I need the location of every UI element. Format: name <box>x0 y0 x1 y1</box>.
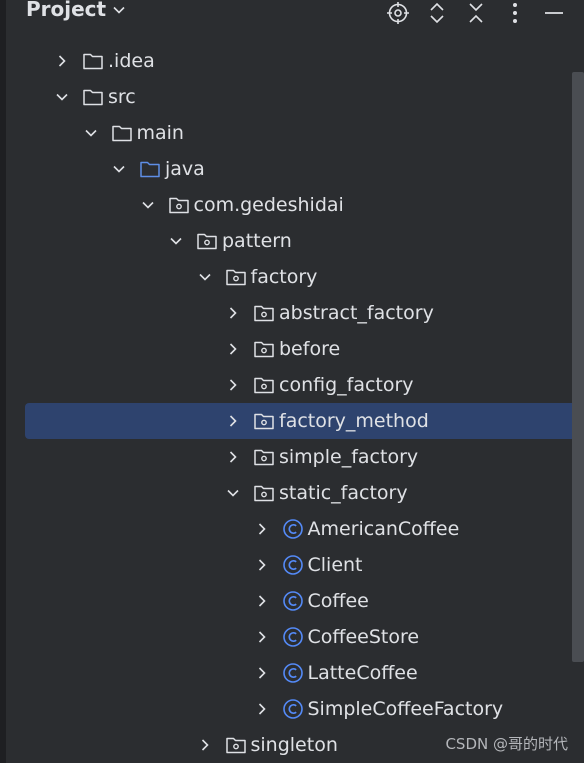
tree-item-factory-method[interactable]: factory_method <box>25 403 584 439</box>
package-icon <box>168 195 190 215</box>
tree-item-abstract-factory[interactable]: abstract_factory <box>6 295 566 331</box>
chevron-down-icon[interactable] <box>225 485 241 501</box>
tree-item-java[interactable]: java <box>6 151 566 187</box>
more-options-icon[interactable] <box>502 0 528 26</box>
project-view-selector[interactable]: Project <box>26 0 126 21</box>
watermark: CSDN @哥的时代 <box>445 735 568 753</box>
chevron-down-icon[interactable] <box>168 233 184 249</box>
tree-item-lattecoffee[interactable]: LatteCoffee <box>6 655 566 691</box>
tree-item-client[interactable]: Client <box>6 547 566 583</box>
chevron-down-icon[interactable] <box>54 89 70 105</box>
package-icon <box>225 735 247 755</box>
tree-item-main[interactable]: main <box>6 115 566 151</box>
tree-item-config-factory[interactable]: config_factory <box>6 367 566 403</box>
tree-item-label: singleton <box>250 734 338 756</box>
project-tool-window: Project .idea src main java com.gedeshid… <box>0 0 584 763</box>
folder-icon <box>82 87 104 107</box>
chevron-right-icon[interactable] <box>225 377 241 393</box>
folder-icon <box>82 51 104 71</box>
chevron-right-icon[interactable] <box>225 305 241 321</box>
panel-title: Project <box>26 0 107 21</box>
project-tree: .idea src main java com.gedeshidai pattern fac… <box>6 43 584 763</box>
chevron-right-icon[interactable] <box>254 557 270 573</box>
tree-item-idea[interactable]: .idea <box>6 43 566 79</box>
package-icon <box>253 375 275 395</box>
chevron-right-icon[interactable] <box>54 53 70 69</box>
tree-item-label: factory_method <box>279 410 429 432</box>
class-icon <box>282 627 304 647</box>
chevron-down-icon[interactable] <box>140 197 156 213</box>
tree-item-pattern[interactable]: pattern <box>6 223 566 259</box>
chevron-right-icon[interactable] <box>254 629 270 645</box>
tree-item-americancoffee[interactable]: AmericanCoffee <box>6 511 566 547</box>
tree-item-label: main <box>136 122 184 144</box>
tree-item-label: pattern <box>222 230 292 252</box>
tree-item-label: LatteCoffee <box>307 662 418 684</box>
chevron-down-icon[interactable] <box>83 125 99 141</box>
tree-item-label: .idea <box>108 50 155 72</box>
class-icon <box>282 591 304 611</box>
chevron-right-icon[interactable] <box>254 593 270 609</box>
tree-item-label: Coffee <box>307 590 369 612</box>
package-icon <box>196 231 218 251</box>
chevron-right-icon[interactable] <box>225 413 241 429</box>
tree-item-label: AmericanCoffee <box>307 518 460 540</box>
folder-icon <box>111 123 133 143</box>
chevron-down-icon[interactable] <box>111 161 127 177</box>
tree-item-label: factory <box>250 266 318 288</box>
package-icon <box>253 303 275 323</box>
tree-item-label: before <box>279 338 341 360</box>
package-icon <box>225 267 247 287</box>
chevron-right-icon[interactable] <box>254 665 270 681</box>
tree-item-label: java <box>165 158 205 180</box>
tree-item-label: simple_factory <box>279 446 419 468</box>
tree-item-simplecoffeefactory[interactable]: SimpleCoffeeFactory <box>6 691 566 727</box>
tree-item-label: src <box>108 86 136 108</box>
tree-item-label: abstract_factory <box>279 302 434 324</box>
tree-item-src[interactable]: src <box>6 79 566 115</box>
class-icon <box>282 699 304 719</box>
tree-item-simple-factory[interactable]: simple_factory <box>6 439 566 475</box>
package-icon <box>253 483 275 503</box>
chevron-right-icon[interactable] <box>225 341 241 357</box>
package-icon <box>253 339 275 359</box>
tree-item-coffeestore[interactable]: CoffeeStore <box>6 619 566 655</box>
vertical-scrollbar[interactable] <box>572 72 584 662</box>
chevron-right-icon[interactable] <box>225 449 241 465</box>
collapse-all-icon[interactable] <box>463 0 489 26</box>
class-icon <box>282 519 304 539</box>
tree-item-label: config_factory <box>279 374 414 396</box>
tree-item-before[interactable]: before <box>6 331 566 367</box>
tree-item-factory[interactable]: factory <box>6 259 566 295</box>
tree-item-label: CoffeeStore <box>307 626 420 648</box>
chevron-down-icon[interactable] <box>197 269 213 285</box>
project-panel-header: Project <box>6 0 584 34</box>
class-icon <box>282 555 304 575</box>
source-folder-icon <box>139 159 161 179</box>
tree-item-label: static_factory <box>279 482 408 504</box>
locate-icon[interactable] <box>385 0 411 26</box>
chevron-right-icon[interactable] <box>197 737 213 753</box>
tree-item-label: SimpleCoffeeFactory <box>307 698 504 720</box>
tree-item-static-factory[interactable]: static_factory <box>6 475 566 511</box>
package-icon <box>253 447 275 467</box>
package-icon <box>253 411 275 431</box>
minimize-icon[interactable] <box>541 0 567 26</box>
tree-item-com-gedeshidai[interactable]: com.gedeshidai <box>6 187 566 223</box>
tree-item-label: com.gedeshidai <box>193 194 344 216</box>
tree-item-coffee[interactable]: Coffee <box>6 583 566 619</box>
chevron-right-icon[interactable] <box>254 701 270 717</box>
chevron-right-icon[interactable] <box>254 521 270 537</box>
class-icon <box>282 663 304 683</box>
chevron-down-icon <box>113 6 125 14</box>
tree-item-label: Client <box>307 554 363 576</box>
expand-all-icon[interactable] <box>424 0 450 26</box>
